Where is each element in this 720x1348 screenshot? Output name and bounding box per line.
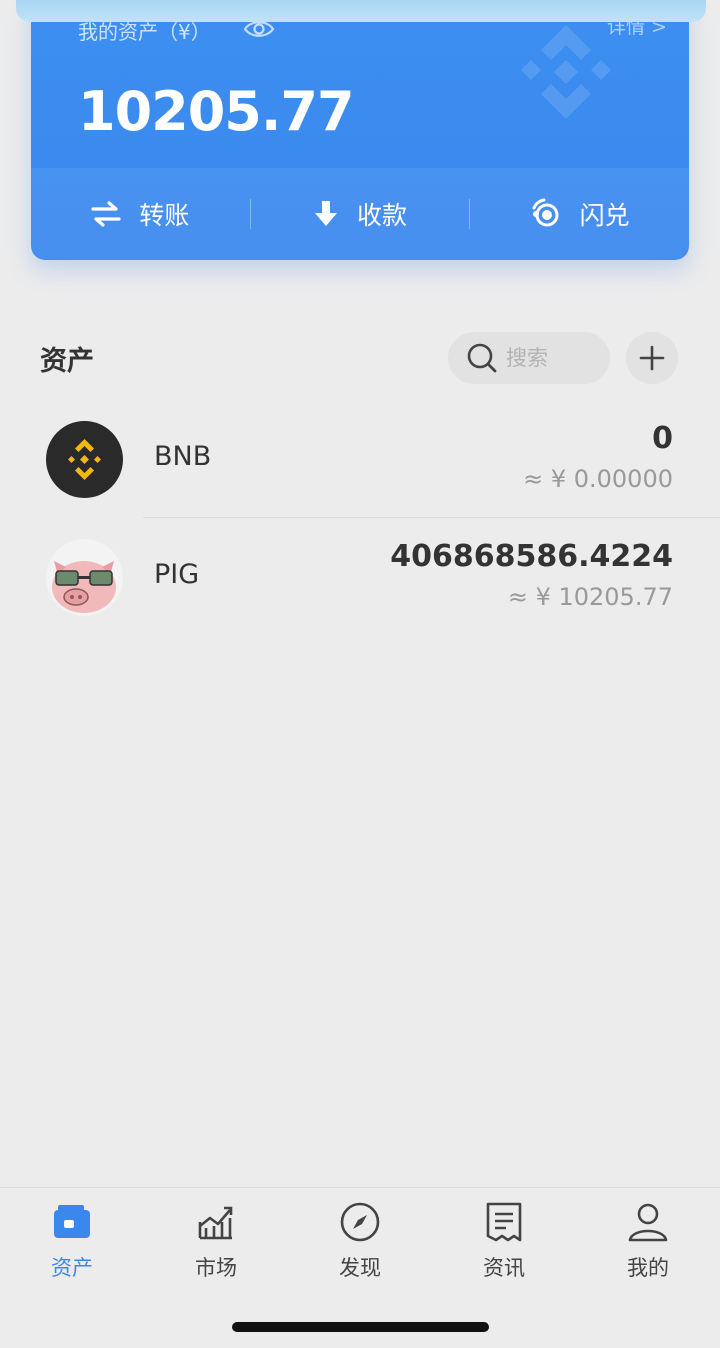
tab-market[interactable]: 市场 — [144, 1200, 288, 1282]
search-icon — [467, 343, 497, 373]
tab-label: 发现 — [339, 1256, 381, 1280]
add-token-button[interactable] — [626, 332, 678, 384]
receive-button[interactable]: 收款 — [251, 168, 470, 260]
tab-assets[interactable]: 资产 — [0, 1200, 144, 1282]
token-symbol: BNB — [154, 441, 212, 472]
token-row-bnb[interactable]: BNB 0 ≈ ¥ 0.00000 — [0, 400, 720, 518]
profile-icon — [628, 1203, 668, 1242]
chart-icon — [198, 1206, 233, 1240]
plus-icon — [639, 345, 665, 371]
search-input[interactable] — [504, 345, 603, 371]
news-icon — [486, 1202, 522, 1242]
swap-button[interactable]: 闪兑 — [470, 168, 689, 260]
bnb-logo-icon — [46, 421, 123, 498]
swap-icon — [532, 198, 559, 227]
assets-section-title: 资产 — [40, 346, 94, 377]
token-symbol: PIG — [154, 559, 200, 590]
receive-label: 收款 — [357, 201, 408, 230]
tab-news[interactable]: 资讯 — [432, 1200, 576, 1282]
token-fiat-value: ≈ ¥ 0.00000 — [523, 465, 673, 493]
token-balance: 0 — [652, 421, 673, 456]
transfer-label: 转账 — [139, 201, 190, 230]
tab-label: 资产 — [51, 1256, 93, 1280]
card-stack-edge — [16, 0, 706, 22]
home-indicator[interactable] — [232, 1322, 489, 1332]
tab-discover[interactable]: 发现 — [288, 1200, 432, 1282]
token-fiat-value: ≈ ¥ 10205.77 — [507, 583, 673, 611]
receive-icon — [315, 201, 337, 226]
compass-icon — [340, 1202, 380, 1242]
wallet-actions: 转账 收款 闪兑 — [31, 168, 689, 260]
tab-label: 市场 — [195, 1256, 237, 1280]
total-assets-value: 10205.77 — [78, 80, 355, 143]
token-balance: 406868586.4224 — [390, 539, 673, 574]
tab-label: 我的 — [627, 1256, 669, 1280]
wallet-card[interactable]: 我的资产（¥） 详情 > 10205.77 转账 收款 闪兑 — [31, 0, 689, 260]
transfer-icon — [91, 201, 121, 227]
tab-profile[interactable]: 我的 — [576, 1200, 720, 1282]
transfer-button[interactable]: 转账 — [31, 168, 250, 260]
wallet-icon — [54, 1205, 90, 1238]
swap-label: 闪兑 — [579, 201, 630, 230]
pig-logo-icon — [46, 539, 123, 616]
token-row-pig[interactable]: PIG 406868586.4224 ≈ ¥ 10205.77 — [0, 518, 720, 636]
tab-label: 资讯 — [483, 1256, 525, 1280]
search-box[interactable] — [448, 332, 610, 384]
